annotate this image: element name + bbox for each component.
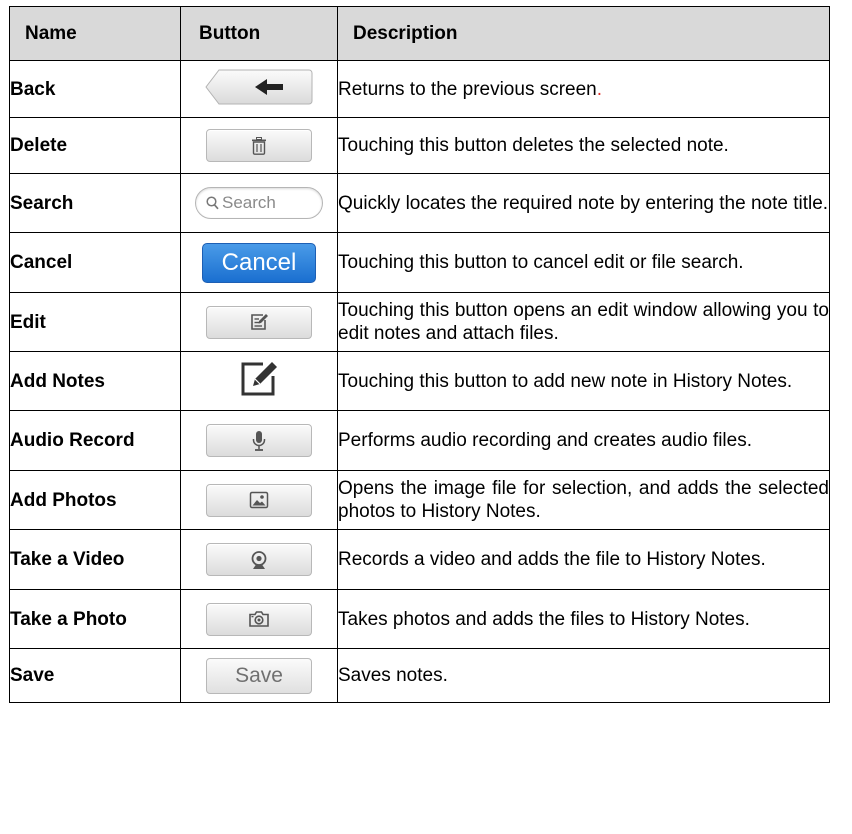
audio-record-button[interactable]	[206, 424, 312, 457]
row-name: Add Notes	[9, 351, 181, 411]
search-placeholder: Search	[222, 193, 276, 212]
table-row: Cancel Cancel Touching this button to ca…	[9, 232, 830, 293]
delete-button[interactable]	[206, 129, 312, 162]
row-name: Add Photos	[9, 470, 181, 530]
row-name: Audio Record	[9, 410, 181, 471]
row-description: Touching this button to cancel edit or f…	[337, 232, 830, 293]
row-name: Back	[9, 60, 181, 118]
camera-icon	[249, 611, 269, 627]
header-description: Description	[337, 6, 830, 61]
table-row: Search Search Quickly locates the requir…	[9, 173, 830, 233]
back-arrow-icon	[205, 69, 313, 104]
table-row: Delete Touching this button deletes the …	[9, 117, 830, 174]
row-name: Take a Photo	[9, 589, 181, 649]
header-name: Name	[9, 6, 181, 61]
row-description: Touching this button to add new note in …	[337, 351, 830, 411]
row-description: Takes photos and adds the files to Histo…	[337, 589, 830, 649]
row-name: Cancel	[9, 232, 181, 293]
add-notes-button[interactable]	[239, 360, 279, 403]
take-photo-button[interactable]	[206, 602, 312, 636]
save-button[interactable]: Save	[206, 657, 312, 694]
edit-button[interactable]	[206, 305, 312, 339]
table-row: Save Save Saves notes.	[9, 648, 830, 703]
row-description: Quickly locates the required note by ent…	[337, 173, 830, 233]
search-icon	[206, 196, 219, 210]
microphone-icon	[252, 430, 266, 451]
table-row: Take a Photo Takes photos and adds the f…	[9, 589, 830, 649]
row-name: Search	[9, 173, 181, 233]
row-description: Performs audio recording and creates aud…	[337, 410, 830, 471]
table-row: Edit Touching this button opens an edit …	[9, 292, 830, 352]
table-row: Audio Record Performs audio recording an…	[9, 410, 830, 471]
edit-icon	[251, 314, 268, 330]
table-row: Back Returns to the previous screen.	[9, 60, 830, 118]
button-reference-table: Name Button Description Back Returns to …	[9, 6, 830, 703]
table-row: Add Photos Opens the image file for sele…	[9, 470, 830, 530]
add-photos-button[interactable]	[206, 483, 312, 517]
row-name: Take a Video	[9, 529, 181, 590]
back-button[interactable]	[205, 69, 313, 105]
table-row: Add Notes Touching this button to add ne…	[9, 351, 830, 411]
row-description: Touching this button deletes the selecte…	[337, 117, 830, 174]
table-row: Take a Video Records a video and adds th…	[9, 529, 830, 590]
header-button: Button	[180, 6, 338, 61]
row-name: Edit	[9, 292, 181, 352]
take-video-button[interactable]	[206, 543, 312, 576]
row-description: Opens the image file for selection, and …	[337, 470, 830, 530]
row-description: Saves notes.	[337, 648, 830, 703]
row-description: Touching this button opens an edit windo…	[337, 292, 830, 352]
image-icon	[249, 491, 269, 509]
row-description: Returns to the previous screen.	[337, 60, 830, 118]
webcam-icon	[251, 550, 267, 569]
trash-icon	[252, 136, 266, 155]
search-input[interactable]: Search	[195, 187, 323, 219]
cancel-button[interactable]: Cancel	[202, 242, 316, 283]
row-name: Delete	[9, 117, 181, 174]
add-note-icon	[241, 361, 277, 395]
table-header-row: Name Button Description	[9, 6, 830, 61]
row-description: Records a video and adds the file to His…	[337, 529, 830, 590]
row-name: Save	[9, 648, 181, 703]
